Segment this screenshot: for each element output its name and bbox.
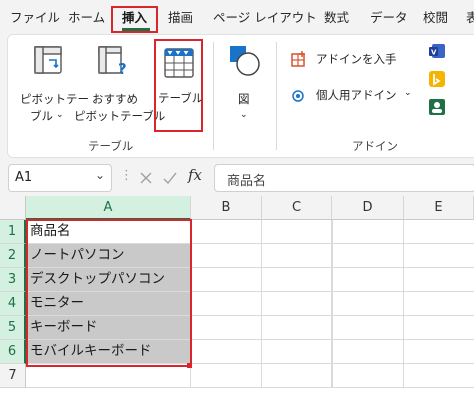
chevron-down-icon: ⌄ [240,110,248,120]
highlight-box-table-button [154,39,203,132]
row-header-7[interactable]: 7 [0,364,26,388]
group-separator [213,42,214,150]
tab-file[interactable]: ファイル [10,9,60,27]
group-separator [276,42,277,150]
tab-page-layout[interactable]: ページ レイアウト [213,9,317,27]
enter-icon[interactable] [162,170,178,186]
personal-addins-button[interactable]: 個人用アドイン ⌄ [290,84,420,106]
recommended-label-line2: ピボットテーブル [74,109,166,123]
column-header-a[interactable]: A [26,196,191,220]
column-header-e[interactable]: E [404,196,474,220]
grid-line [261,220,262,388]
name-box[interactable]: A1 ⌄ [8,164,112,192]
column-header-c[interactable]: C [262,196,332,220]
chevron-down-icon[interactable]: ⌄ [95,168,105,182]
insert-function-button[interactable]: fx [188,166,202,184]
recommended-pivot-button[interactable]: ? おすすめ ピボットテーブル [74,44,165,128]
column-header-b[interactable]: B [191,196,262,220]
name-box-value: A1 [15,170,33,185]
select-all-corner[interactable] [0,196,26,220]
visio-icon[interactable]: V [428,42,446,60]
group-label-addins: アドイン [352,139,398,153]
cell-a7[interactable] [26,364,191,388]
row-header-2[interactable]: 2 [0,244,26,268]
ribbon-area: ピボットテー ブル ⌄ ? おすすめ ピボットテーブル テーブル テーブル 図 … [0,34,474,160]
formula-input[interactable]: 商品名 [214,164,474,192]
more-options-icon: ⋮ [120,168,133,183]
recommended-label-line1: おすすめ [92,92,138,106]
shapes-icon [230,46,260,76]
cancel-icon[interactable] [138,170,154,186]
tab-review[interactable]: 校閲 [423,9,448,27]
personal-addins-label: 個人用アドイン [316,88,397,102]
row-header-4[interactable]: 4 [0,292,26,316]
highlight-box-insert-tab [111,6,158,33]
tab-formulas[interactable]: 数式 [324,9,349,27]
fill-handle[interactable] [187,363,192,368]
pivot-table-icon [34,46,62,74]
group-label-tables: テーブル [88,139,134,153]
tab-view[interactable]: 表 [466,9,474,27]
store-icon [291,51,305,67]
row-header-3[interactable]: 3 [0,268,26,292]
row-header-1[interactable]: 1 [0,220,26,244]
illustrations-button[interactable]: 図 ⌄ [224,44,264,128]
bing-icon[interactable] [428,70,446,88]
formula-bar: A1 ⌄ ⋮ fx 商品名 [0,160,474,196]
highlight-box-selection [26,219,192,367]
chevron-down-icon: ⌄ [56,110,64,120]
tab-draw[interactable]: 描画 [168,9,193,27]
svg-text:V: V [431,49,437,57]
get-addins-label: アドインを入手 [316,52,397,66]
column-header-d[interactable]: D [332,196,404,220]
get-addins-button[interactable]: アドインを入手 [290,48,400,70]
people-icon[interactable] [428,98,446,116]
grid-line [403,220,404,388]
formula-value: 商品名 [227,174,267,189]
row-header-5[interactable]: 5 [0,316,26,340]
figure-label: 図 [238,92,250,106]
tab-data[interactable]: データ [370,9,408,27]
addins-icon [292,90,304,102]
spreadsheet-grid: A B C D E 1 2 3 4 5 6 7 商品名 ノートパソコン デスクト… [0,196,474,394]
pivot-label-line2: ブル [30,109,53,123]
ribbon-tab-bar: ファイル ホーム 挿入 描画 ページ レイアウト 数式 データ 校閲 表 [0,0,474,34]
empty-cells-area[interactable] [191,220,474,388]
row-header-6[interactable]: 6 [0,340,26,364]
svg-text:?: ? [118,60,127,78]
recommended-pivot-icon: ? [98,46,127,78]
chevron-down-icon: ⌄ [404,88,412,98]
grid-line [331,220,332,388]
tab-home[interactable]: ホーム [68,9,105,27]
